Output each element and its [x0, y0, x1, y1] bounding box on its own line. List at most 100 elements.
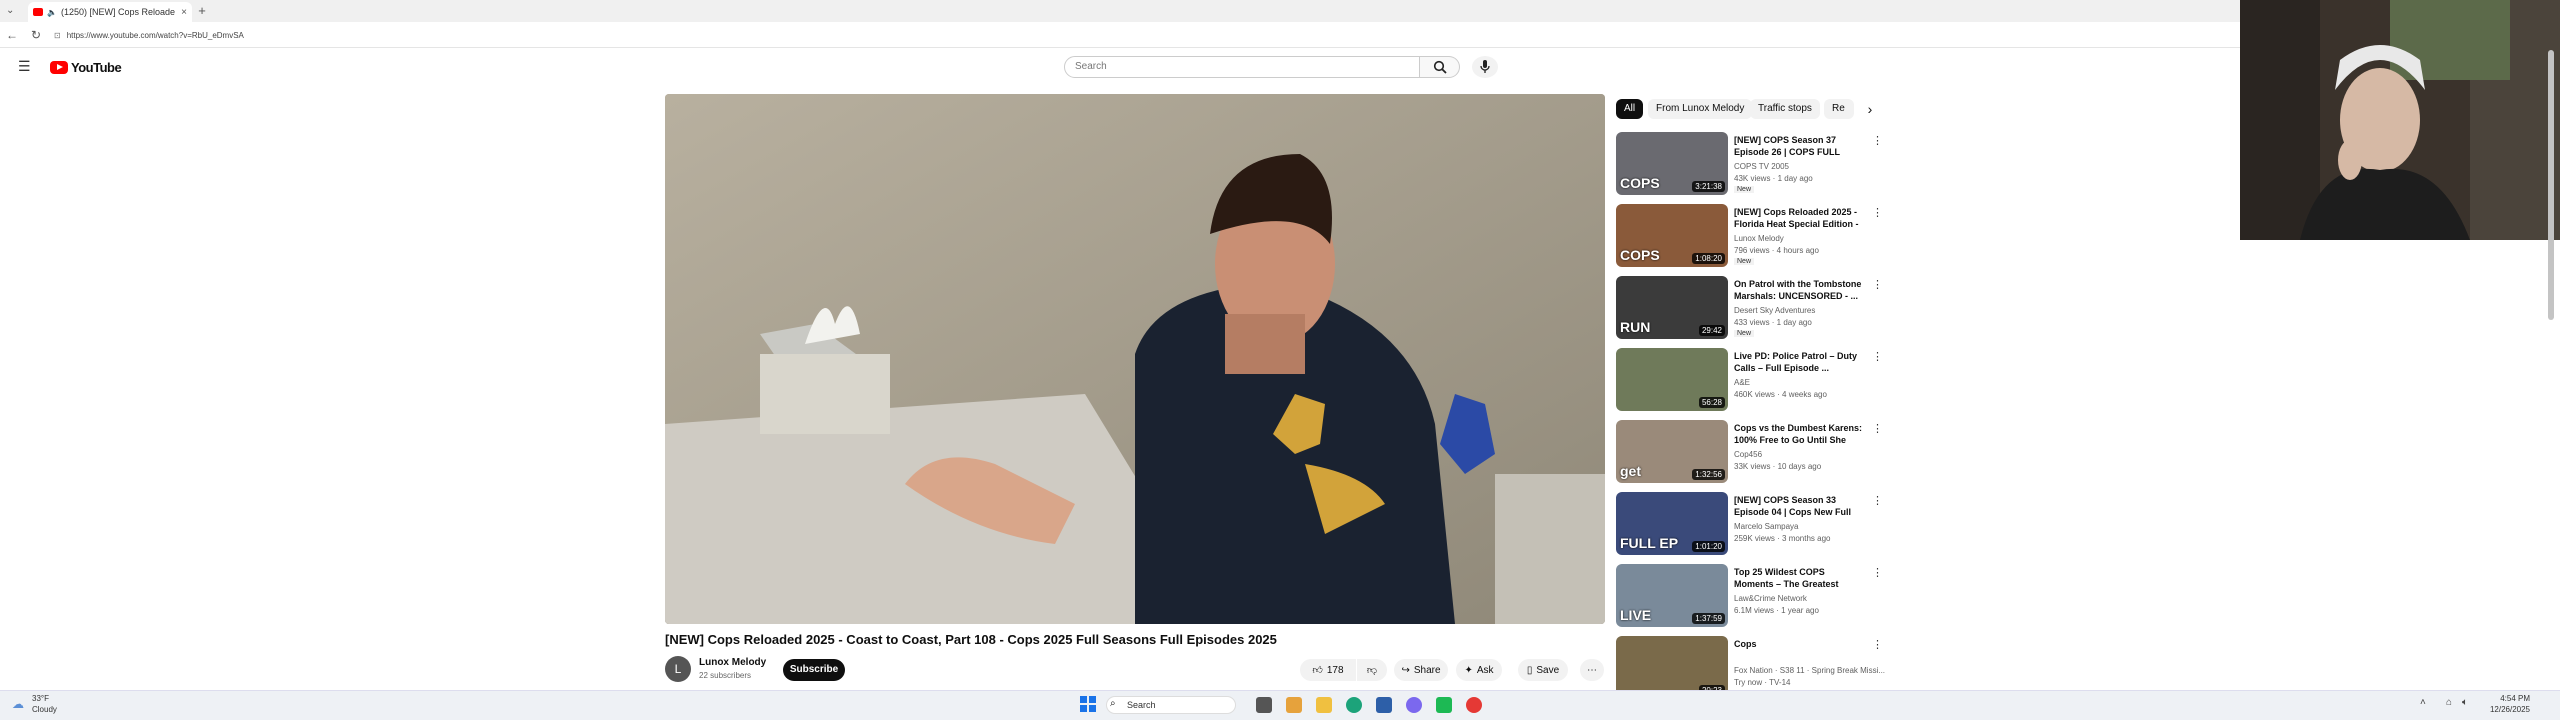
- hamburger-menu-icon[interactable]: ☰: [18, 58, 34, 74]
- page-scrollbar[interactable]: [2548, 50, 2554, 320]
- recommended-video[interactable]: get 1:32:56 Cops vs the Dumbest Karens: 10…: [1616, 420, 1886, 492]
- more-vertical-icon[interactable]: ⋮: [1872, 566, 1883, 579]
- search-button[interactable]: [1420, 56, 1460, 78]
- more-vertical-icon[interactable]: ⋮: [1872, 422, 1883, 435]
- volume-icon[interactable]: 🔈︎: [2462, 697, 2468, 708]
- recommended-video-channel[interactable]: A&E: [1734, 378, 1750, 387]
- recommended-video[interactable]: LIVE 1:37:59 Top 25 Wildest COPS Moments –…: [1616, 564, 1886, 636]
- recommended-video-title[interactable]: Live PD: Police Patrol – Duty Calls – Fu…: [1734, 350, 1864, 374]
- recommended-video[interactable]: FULL EP 1:01:20 [NEW] COPS Season 33 Episo…: [1616, 492, 1886, 564]
- close-tab-icon[interactable]: ×: [181, 7, 187, 18]
- app-icon-2[interactable]: [1376, 697, 1392, 713]
- save-button[interactable]: ▯ Save: [1518, 659, 1568, 681]
- app-icon-3[interactable]: [1406, 697, 1422, 713]
- thumbs-down-icon: 👎︎: [1366, 665, 1378, 676]
- recommended-video[interactable]: 56:28 Live PD: Police Patrol – Duty Calls…: [1616, 348, 1886, 420]
- recommended-video-title[interactable]: Top 25 Wildest COPS Moments – The Greate…: [1734, 566, 1864, 590]
- recommended-video-title[interactable]: On Patrol with the Tombstone Marshals: U…: [1734, 278, 1864, 302]
- clock-time[interactable]: 4:54 PM: [2470, 694, 2530, 703]
- dislike-button[interactable]: 👎︎: [1357, 659, 1387, 681]
- new-tab-button[interactable]: +: [194, 3, 210, 19]
- recommended-video-channel[interactable]: Cop456: [1734, 450, 1762, 459]
- cloudy-weather-icon[interactable]: ☁: [12, 697, 24, 711]
- recommended-video-title[interactable]: [NEW] COPS Season 37 Episode 26 | COPS F…: [1734, 134, 1864, 158]
- video-thumbnail[interactable]: COPS 3:21:38: [1616, 132, 1728, 195]
- browser-tab[interactable]: 🔈 (1250) [NEW] Cops Reloade ×: [28, 2, 192, 22]
- channel-name[interactable]: Lunox Melody: [699, 657, 766, 668]
- task-view-icon[interactable]: [1256, 697, 1272, 713]
- video-duration: 1:08:20: [1692, 253, 1725, 264]
- like-button[interactable]: 👍︎ 178: [1300, 659, 1356, 681]
- recommended-video[interactable]: RUN 29:42 On Patrol with the Tombstone Mar…: [1616, 276, 1886, 348]
- video-thumbnail[interactable]: LIVE 1:37:59: [1616, 564, 1728, 627]
- chip-related[interactable]: Re: [1824, 99, 1854, 119]
- url-text: https://www.youtube.com/watch?v=RbU_eDmv…: [66, 30, 244, 40]
- back-arrow-icon[interactable]: ←: [4, 27, 20, 43]
- more-vertical-icon[interactable]: ⋮: [1872, 350, 1883, 363]
- channel-avatar[interactable]: L: [665, 656, 691, 682]
- more-vertical-icon[interactable]: ⋮: [1872, 494, 1883, 507]
- speaker-icon[interactable]: 🔈: [47, 8, 57, 17]
- thumbnail-text: COPS: [1620, 175, 1660, 191]
- site-info-icon[interactable]: ⊡: [54, 31, 61, 40]
- chip-all[interactable]: All: [1616, 99, 1644, 119]
- video-duration: 1:37:59: [1692, 613, 1725, 624]
- app-icon-5[interactable]: [1466, 697, 1482, 713]
- recommended-video[interactable]: COPS 1:08:20 [NEW] Cops Reloaded 2025 - Fl…: [1616, 204, 1886, 276]
- recommended-video-channel[interactable]: Desert Sky Adventures: [1734, 306, 1815, 315]
- recommended-video-channel[interactable]: Fox Nation · S38 11 · Spring Break Missi…: [1734, 666, 1885, 675]
- reload-icon[interactable]: ↻: [28, 27, 44, 43]
- video-thumbnail[interactable]: get 1:32:56: [1616, 420, 1728, 483]
- weather-temperature[interactable]: 33°F: [32, 694, 49, 703]
- video-duration: 29:42: [1698, 325, 1725, 336]
- voice-search-button[interactable]: [1472, 56, 1498, 78]
- address-bar[interactable]: ⊡ https://www.youtube.com/watch?v=RbU_eD…: [54, 27, 1854, 43]
- chip-traffic-stops[interactable]: Traffic stops: [1750, 99, 1820, 119]
- more-vertical-icon[interactable]: ⋮: [1872, 278, 1883, 291]
- more-vertical-icon[interactable]: ⋮: [1872, 638, 1883, 651]
- video-thumbnail[interactable]: 56:28: [1616, 348, 1728, 411]
- ask-button[interactable]: ✦ Ask: [1456, 659, 1502, 681]
- share-button[interactable]: ↪ Share: [1394, 659, 1448, 681]
- file-explorer-icon[interactable]: [1316, 697, 1332, 713]
- taskbar-search[interactable]: Search: [1106, 696, 1236, 714]
- recommended-video[interactable]: COPS 3:21:38 [NEW] COPS Season 37 Episode …: [1616, 132, 1886, 204]
- app-icon-4[interactable]: [1436, 697, 1452, 713]
- subscribe-button[interactable]: Subscribe: [783, 659, 845, 681]
- youtube-play-logo-icon: [50, 60, 68, 74]
- search-input[interactable]: Search: [1064, 56, 1420, 78]
- recommended-video-title[interactable]: [NEW] COPS Season 33 Episode 04 | Cops N…: [1734, 494, 1864, 518]
- chip-from-channel[interactable]: From Lunox Melody: [1648, 99, 1753, 119]
- more-vertical-icon[interactable]: ⋮: [1872, 134, 1883, 147]
- network-icon[interactable]: ⌂: [2446, 697, 2452, 708]
- recommended-video-channel[interactable]: Lunox Melody: [1734, 234, 1784, 243]
- youtube-logo[interactable]: YouTube: [50, 59, 122, 75]
- more-actions-button[interactable]: ⋯: [1580, 659, 1604, 681]
- recommended-video-title[interactable]: [NEW] Cops Reloaded 2025 - Florida Heat …: [1734, 206, 1864, 230]
- recommended-video-title[interactable]: Cops: [1734, 638, 1864, 662]
- tab-list-icon[interactable]: ⌄: [6, 5, 14, 16]
- browser-tab-bar: [0, 0, 2240, 22]
- recommended-video-channel[interactable]: COPS TV 2005: [1734, 162, 1789, 171]
- thumbnail-text: get: [1620, 463, 1641, 479]
- recommended-video-title[interactable]: Cops vs the Dumbest Karens: 100% Free to…: [1734, 422, 1864, 446]
- recommended-video-meta: Try now · TV-14: [1734, 678, 1791, 687]
- app-icon-1[interactable]: [1286, 697, 1302, 713]
- chevron-right-icon[interactable]: ›: [1860, 99, 1880, 119]
- weather-condition[interactable]: Cloudy: [32, 705, 57, 714]
- more-vertical-icon[interactable]: ⋮: [1872, 206, 1883, 219]
- thumbnail-text: LIVE: [1620, 607, 1652, 623]
- video-thumbnail[interactable]: FULL EP 1:01:20: [1616, 492, 1728, 555]
- recommended-video-channel[interactable]: Marcelo Sampaya: [1734, 522, 1798, 531]
- windows-start-icon[interactable]: [1080, 696, 1098, 714]
- edge-browser-icon[interactable]: [1346, 697, 1362, 713]
- video-player[interactable]: [665, 94, 1605, 624]
- video-thumbnail[interactable]: COPS 1:08:20: [1616, 204, 1728, 267]
- recommended-video-channel[interactable]: Law&Crime Network: [1734, 594, 1807, 603]
- video-thumbnail[interactable]: RUN 29:42: [1616, 276, 1728, 339]
- thumbs-up-icon: 👍︎: [1312, 665, 1323, 676]
- clock-date[interactable]: 12/26/2025: [2470, 705, 2530, 714]
- thumbnail-text: FULL EP: [1620, 535, 1679, 551]
- tab-title: (1250) [NEW] Cops Reloade: [60, 7, 176, 17]
- chevron-up-icon[interactable]: ˄: [2420, 697, 2426, 708]
